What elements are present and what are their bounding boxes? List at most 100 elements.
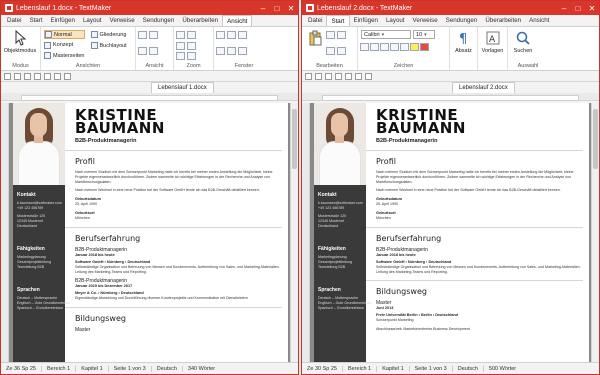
font-color-icon[interactable] [420,43,429,51]
window-tile-icon[interactable] [227,31,236,39]
vertical-scrollbar[interactable] [290,103,298,362]
scroll-thumb[interactable] [593,109,598,169]
window-list-icon[interactable] [238,47,247,55]
masterseiten-button[interactable]: Masterseiten [44,52,85,61]
close-icon[interactable]: ✕ [284,4,298,13]
vertical-scrollbar[interactable] [591,103,599,362]
job1-text: Selbstständige Organisation und Betreuun… [75,264,280,274]
save-icon[interactable] [325,72,332,80]
undo-icon[interactable] [44,72,51,80]
gliederung-button[interactable]: Gliederung [90,30,127,39]
tab-verweise[interactable]: Verweise [409,15,442,26]
minimize-icon[interactable]: – [256,4,270,13]
window-new-icon[interactable] [216,31,225,39]
tab-ueberarbeiten[interactable]: Überarbeiten [178,15,222,26]
document-tab[interactable]: Lebenslauf 2.docx [452,82,515,93]
vertical-ruler[interactable] [1,103,9,362]
maximize-icon[interactable]: □ [270,4,284,13]
group-label: Bearbeiten [316,63,343,69]
document-tab[interactable]: Lebenslauf 1.docx [151,82,214,93]
open-icon[interactable] [315,72,322,80]
underline-icon[interactable] [380,43,389,51]
tab-einfuegen[interactable]: Einfügen [47,15,79,26]
zoom-width-icon[interactable] [187,41,196,50]
absatz-button[interactable]: ¶ Absatz [452,29,475,61]
normal-button[interactable]: Normal [44,30,85,39]
tab-layout[interactable]: Layout [79,15,106,26]
zoom-in-icon[interactable] [176,31,185,39]
contact-panel: Kontakt k.baumann@softmaker.com +49 123 … [13,185,71,362]
zoom-page-icon[interactable] [176,41,185,50]
status-language[interactable]: Deutsch [453,365,484,372]
group-vorlagen: A Vorlagen [478,27,508,70]
status-language[interactable]: Deutsch [152,365,183,372]
copy-icon[interactable] [337,31,346,39]
undo-icon[interactable] [345,72,352,80]
status-words: 340 Wörter [187,365,216,372]
vertical-ruler[interactable] [302,103,310,362]
tab-datei[interactable]: Datei [304,15,326,26]
paint-icon[interactable] [365,72,372,80]
tab-einfuegen[interactable]: Einfügen [350,15,382,26]
maximize-icon[interactable]: □ [571,4,585,13]
zoom-custom-icon[interactable] [187,52,196,61]
edu-title: Master [75,327,91,334]
window-split-icon[interactable] [216,47,225,55]
buchlayout-button[interactable]: Buchlayout [90,41,127,50]
paragraph-icon: ¶ [459,32,467,46]
format-painter-icon[interactable] [326,47,335,55]
svg-text:¶: ¶ [459,32,467,46]
tab-layout[interactable]: Layout [382,15,409,26]
document-page[interactable]: Kontakt k.baumann@softmaker.com +49 123 … [314,103,589,362]
highlight-icon[interactable] [410,43,419,51]
scroll-thumb[interactable] [292,109,297,169]
clear-format-icon[interactable] [337,47,346,55]
window-cascade-icon[interactable] [238,31,247,39]
paint-icon[interactable] [64,72,71,80]
tab-start[interactable]: Start [25,15,46,26]
tab-ansicht[interactable]: Ansicht [525,15,553,26]
horizontal-ruler[interactable] [302,93,599,101]
cut-icon[interactable] [326,31,335,39]
new-doc-icon[interactable] [4,72,11,80]
tab-ueberarbeiten[interactable]: Überarbeiten [481,15,525,26]
konzept-button[interactable]: Konzept [44,41,85,50]
font-size-select[interactable]: 10 ▾ [413,30,435,39]
zoom-out-icon[interactable] [187,31,196,39]
paste-button[interactable] [304,29,326,61]
open-icon[interactable] [14,72,21,80]
tab-sendungen[interactable]: Sendungen [139,15,179,26]
app-icon [306,4,314,12]
document-page[interactable]: Kontakt k.baumann@softmaker.com +49 123 … [13,103,288,362]
group-absatz: ¶ Absatz [450,27,478,70]
tab-sendungen[interactable]: Sendungen [442,15,482,26]
brackets-icon[interactable] [138,47,147,55]
vorlagen-button[interactable]: A Vorlagen [480,29,505,61]
print-icon[interactable] [34,72,41,80]
objektmodus-button[interactable]: Objektmodus [3,29,37,61]
bold-icon[interactable] [360,43,369,51]
print-icon[interactable] [335,72,342,80]
minimize-icon[interactable]: – [557,4,571,13]
new-doc-icon[interactable] [305,72,312,80]
marks-icon[interactable] [149,47,158,55]
horizontal-ruler[interactable] [1,93,298,101]
font-select[interactable]: Calibri ▾ [361,30,411,39]
italic-icon[interactable] [370,43,379,51]
zoom-100-icon[interactable] [176,52,185,61]
tab-verweise[interactable]: Verweise [106,15,139,26]
close-icon[interactable]: ✕ [585,4,599,13]
tab-datei[interactable]: Datei [3,15,25,26]
strike-icon[interactable] [390,43,399,51]
window-arrange-icon[interactable] [227,47,236,55]
redo-icon[interactable] [355,72,362,80]
tab-start[interactable]: Start [326,15,350,26]
superscript-icon[interactable] [400,43,409,51]
redo-icon[interactable] [54,72,61,80]
fullscreen-icon[interactable] [138,31,147,39]
suchen-button[interactable]: Suchen [510,29,536,61]
konzept-icon [44,41,51,49]
ruler-icon[interactable] [149,31,158,39]
save-icon[interactable] [24,72,31,80]
tab-ansicht[interactable]: Ansicht [222,15,253,26]
